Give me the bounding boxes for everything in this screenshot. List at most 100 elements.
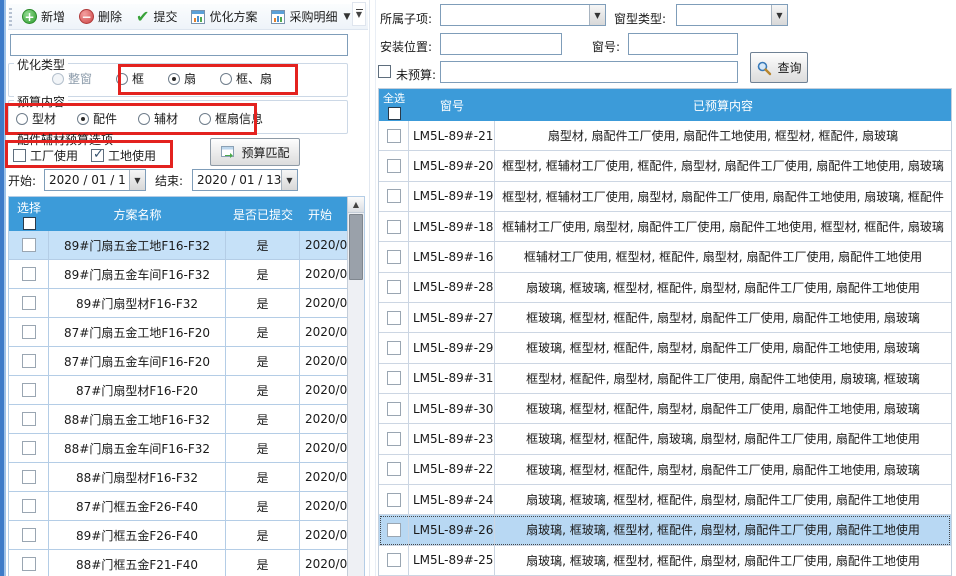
row-checkbox[interactable] xyxy=(387,159,401,173)
table-row[interactable]: LM5L-89#-16F15 框辅材工厂使用, 框型材, 框配件, 扇型材, 扇… xyxy=(379,242,951,272)
table-row[interactable]: 88#门扇五金车间F16-F32 是 2020/0 xyxy=(9,434,349,463)
row-checkbox[interactable] xyxy=(387,523,401,537)
window-type-select[interactable]: ▼ xyxy=(676,4,788,26)
row-checkbox[interactable] xyxy=(387,280,401,294)
checkbox-option[interactable]: 工地使用 xyxy=(91,147,156,164)
radio-option[interactable]: 框、扇 xyxy=(220,70,272,87)
table-row[interactable]: LM5L-89#-25F23 扇玻璃, 框玻璃, 框型材, 框配件, 扇型材, … xyxy=(379,546,951,576)
purchase-detail-button[interactable]: 采购明细 ▼ xyxy=(265,6,356,27)
row-checkbox[interactable] xyxy=(387,371,401,385)
radio-option[interactable]: 辅材 xyxy=(138,110,178,127)
table-row[interactable]: 89#门扇五金工地F16-F32 是 2020/0 xyxy=(9,231,349,260)
row-checkbox[interactable] xyxy=(387,250,401,264)
table-row[interactable]: 88#门扇型材F16-F32 是 2020/0 xyxy=(9,463,349,492)
optimize-plan-button[interactable]: 优化方案 xyxy=(185,6,263,27)
install-location-input[interactable] xyxy=(440,33,562,55)
row-checkbox[interactable] xyxy=(22,267,36,281)
panel-splitter-edge xyxy=(375,0,376,576)
row-checkbox[interactable] xyxy=(22,441,36,455)
row-checkbox[interactable] xyxy=(387,553,401,567)
start-date-picker[interactable]: 2020 / 01 / 1 ▼ xyxy=(44,169,146,191)
radio-option[interactable]: 整窗 xyxy=(52,70,92,87)
plan-filter-input[interactable] xyxy=(10,34,348,56)
table-row[interactable]: 89#门框五金F26-F40 是 2020/0 xyxy=(9,521,349,550)
window-no-cell: LM5L-89#-25F23 xyxy=(409,546,495,575)
table-row[interactable]: 87#门框五金F26-F40 是 2020/0 xyxy=(9,492,349,521)
table-row[interactable]: 87#门扇五金工地F16-F20 是 2020/0 xyxy=(9,318,349,347)
add-button[interactable]: + 新增 xyxy=(16,6,71,27)
row-checkbox[interactable] xyxy=(387,220,401,234)
table-row[interactable]: 87#门扇型材F16-F20 是 2020/0 xyxy=(9,376,349,405)
chevron-down-icon[interactable]: ▼ xyxy=(589,5,605,25)
radio-option[interactable]: 扇 xyxy=(168,70,196,87)
row-checkbox[interactable] xyxy=(22,238,36,252)
table-row[interactable]: LM5L-89#-28F26 扇玻璃, 框玻璃, 框型材, 框配件, 扇型材, … xyxy=(379,273,951,303)
scroll-up-icon[interactable]: ▲ xyxy=(348,197,364,213)
row-checkbox[interactable] xyxy=(22,412,36,426)
table-row[interactable]: LM5L-89#-24F22 扇玻璃, 框玻璃, 框型材, 框配件, 扇型材, … xyxy=(379,485,951,515)
row-checkbox[interactable] xyxy=(22,296,36,310)
no-budget-input[interactable] xyxy=(440,61,738,83)
row-checkbox[interactable] xyxy=(387,493,401,507)
scrollbar-thumb[interactable] xyxy=(349,214,363,280)
query-button[interactable]: 查询 xyxy=(750,52,808,83)
row-checkbox[interactable] xyxy=(387,189,401,203)
budget-match-button[interactable]: 预算匹配 xyxy=(210,138,300,166)
row-checkbox[interactable] xyxy=(22,528,36,542)
checkbox-option[interactable]: 工厂使用 xyxy=(13,147,78,164)
chevron-down-icon[interactable]: ▼ xyxy=(281,170,297,190)
table-row[interactable]: LM5L-89#-23F21 框玻璃, 框型材, 框配件, 扇玻璃, 扇型材, … xyxy=(379,424,951,454)
sub-item-select[interactable]: ▼ xyxy=(440,4,606,26)
radio-option[interactable]: 型材 xyxy=(16,110,56,127)
table-row[interactable]: 87#门扇五金车间F16-F20 是 2020/0 xyxy=(9,347,349,376)
toolbar-grip[interactable] xyxy=(9,8,12,26)
row-checkbox[interactable] xyxy=(22,325,36,339)
submitted-column-header[interactable]: 是否已提交 xyxy=(226,197,300,231)
delete-button[interactable]: − 删除 xyxy=(73,6,128,27)
table-row[interactable]: 89#门扇型材F16-F32 是 2020/0 xyxy=(9,289,349,318)
panel-splitter[interactable] xyxy=(369,0,370,576)
plan-name-column-header[interactable]: 方案名称 xyxy=(49,197,226,231)
window-no-column-header[interactable]: 窗号 xyxy=(409,89,495,121)
row-checkbox[interactable] xyxy=(22,557,36,571)
radio-option[interactable]: 框扇信息 xyxy=(199,110,263,127)
row-checkbox[interactable] xyxy=(22,354,36,368)
start-column-header[interactable]: 开始 xyxy=(300,197,349,231)
table-row[interactable]: LM5L-89#-26F24 扇玻璃, 框玻璃, 框型材, 框配件, 扇型材, … xyxy=(379,515,951,545)
budget-content-column-header[interactable]: 已预算内容 xyxy=(495,89,951,121)
table-row[interactable]: 89#门扇五金车间F16-F32 是 2020/0 xyxy=(9,260,349,289)
table-row[interactable]: LM5L-89#-19F17 框型材, 框辅材工厂使用, 扇型材, 扇配件工厂使… xyxy=(379,182,951,212)
plan-table-scrollbar[interactable]: ▲ xyxy=(347,197,364,576)
table-row[interactable]: LM5L-89#-31F29 框型材, 框配件, 扇型材, 扇配件工厂使用, 扇… xyxy=(379,364,951,394)
row-checkbox[interactable] xyxy=(387,311,401,325)
table-row[interactable]: LM5L-89#-30F28 框玻璃, 框型材, 框配件, 扇型材, 扇配件工厂… xyxy=(379,394,951,424)
row-checkbox[interactable] xyxy=(22,383,36,397)
chevron-down-icon[interactable]: ▼ xyxy=(771,5,787,25)
end-date-picker[interactable]: 2020 / 01 / 13 ▼ xyxy=(192,169,298,191)
select-all-checkbox[interactable] xyxy=(388,107,401,120)
table-row[interactable]: LM5L-89#-22F20 框玻璃, 框型材, 框配件, 扇型材, 扇配件工厂… xyxy=(379,455,951,485)
submit-button[interactable]: ✔ 提交 xyxy=(130,6,183,27)
table-row[interactable]: LM5L-89#-27F25 框玻璃, 框型材, 框配件, 扇型材, 扇配件工厂… xyxy=(379,303,951,333)
window-no-input[interactable] xyxy=(628,33,738,55)
chevron-down-icon[interactable]: ▼ xyxy=(129,170,145,190)
row-checkbox[interactable] xyxy=(22,499,36,513)
row-checkbox[interactable] xyxy=(22,470,36,484)
row-checkbox[interactable] xyxy=(387,129,401,143)
row-checkbox[interactable] xyxy=(387,462,401,476)
radio-option[interactable]: 配件 xyxy=(77,110,117,127)
row-checkbox[interactable] xyxy=(387,402,401,416)
table-row[interactable]: LM5L-89#-29F27 框玻璃, 框型材, 框配件, 扇型材, 扇配件工厂… xyxy=(379,333,951,363)
row-checkbox[interactable] xyxy=(387,432,401,446)
table-row[interactable]: LM5L-89#-20F18 框型材, 框辅材工厂使用, 框配件, 扇型材, 扇… xyxy=(379,151,951,181)
table-row[interactable]: 88#门扇五金工地F16-F32 是 2020/0 xyxy=(9,405,349,434)
table-row[interactable]: LM5L-89#-18F16 框辅材工厂使用, 扇型材, 扇配件工厂使用, 扇配… xyxy=(379,212,951,242)
table-row[interactable]: 88#门框五金F21-F40 是 2020/0 xyxy=(9,550,349,576)
plan-name-cell: 89#门扇五金车间F16-F32 xyxy=(49,260,226,288)
row-checkbox[interactable] xyxy=(387,341,401,355)
select-all-checkbox[interactable] xyxy=(23,217,36,230)
table-row[interactable]: LM5L-89#-21F19 扇型材, 扇配件工厂使用, 扇配件工地使用, 框型… xyxy=(379,121,951,151)
no-budget-checkbox[interactable] xyxy=(378,65,391,78)
toolbar-overflow-button[interactable]: ▼ xyxy=(352,2,366,26)
radio-option[interactable]: 框 xyxy=(116,70,144,87)
